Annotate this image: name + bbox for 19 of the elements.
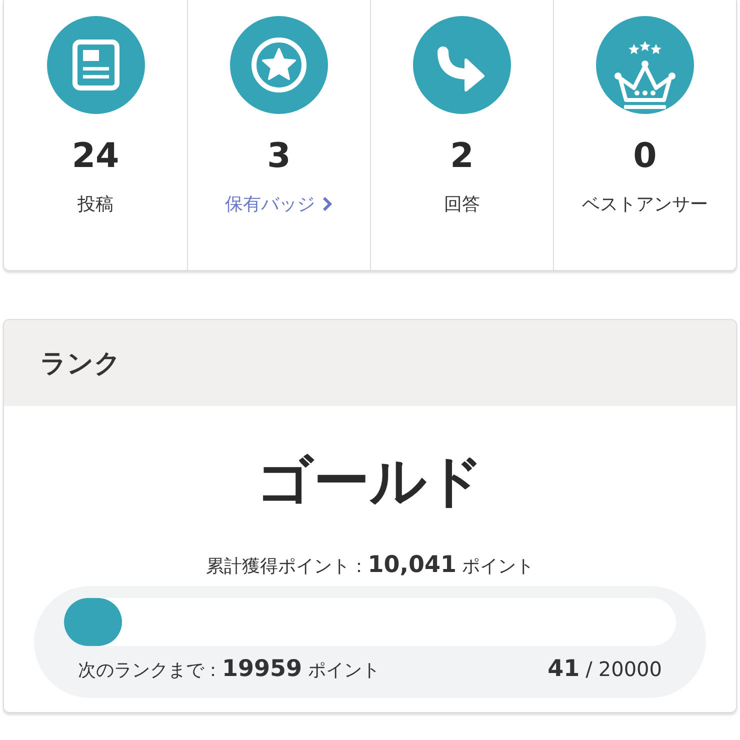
- target-points: 20000: [598, 657, 662, 681]
- document-icon: [46, 16, 144, 114]
- total-points: 累計獲得ポイント：10,041 ポイント: [206, 552, 534, 578]
- remaining-points: 次のランクまで：19959 ポイント: [78, 656, 380, 682]
- ratio-separator: /: [586, 657, 592, 681]
- badges-link[interactable]: 保有バッジ: [225, 192, 333, 216]
- stat-label: 回答: [444, 193, 480, 216]
- crown-icon: [596, 16, 694, 114]
- rank-header: ランク: [4, 320, 736, 406]
- chevron-icon: [321, 196, 333, 212]
- rank-name: ゴールド: [256, 448, 484, 516]
- stat-value: 3: [267, 136, 291, 176]
- stat-value: 24: [72, 136, 120, 176]
- current-points: 41: [548, 656, 580, 682]
- stat-label: ベストアンサー: [582, 193, 708, 216]
- stat-value: 0: [633, 136, 657, 176]
- stat-label: 投稿: [78, 193, 114, 216]
- stat-value: 2: [450, 136, 474, 176]
- star-badge-icon: [230, 16, 328, 114]
